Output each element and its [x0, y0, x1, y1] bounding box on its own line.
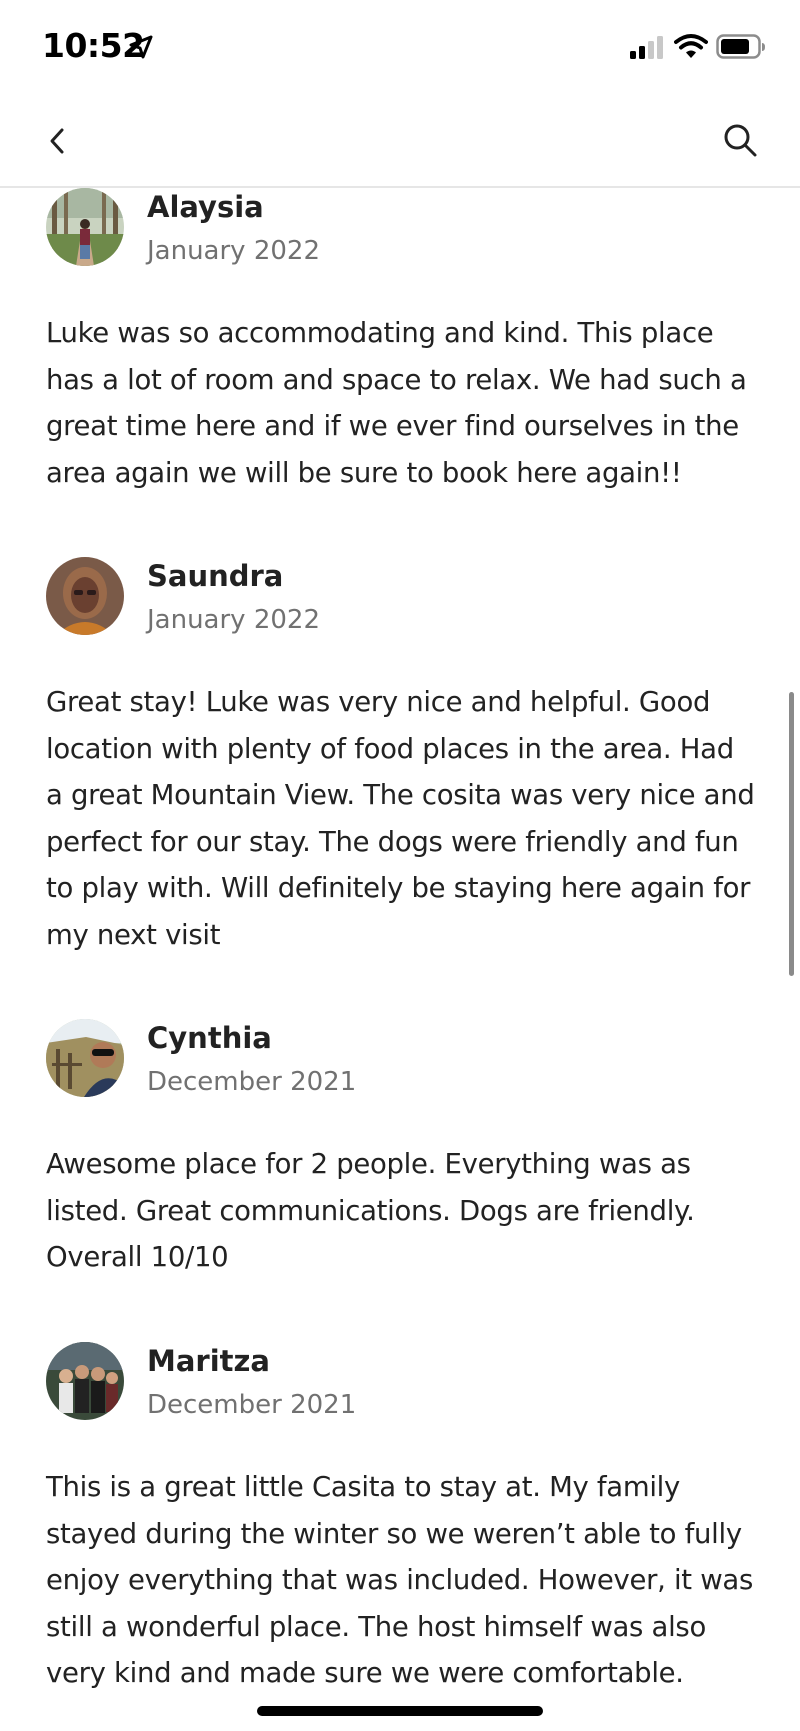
review-text: Luke was so accommodating and kind. This… [46, 317, 747, 489]
nav-bar [0, 96, 800, 188]
back-button[interactable] [42, 120, 82, 164]
review-text: This is a great little Casita to stay at… [46, 1471, 754, 1689]
home-indicator[interactable] [257, 1706, 543, 1716]
chevron-left-icon [50, 128, 64, 154]
battery-icon [716, 34, 765, 59]
status-bar: 10:52 [0, 0, 800, 96]
wifi-icon [674, 34, 708, 58]
location-arrow-icon [129, 35, 153, 59]
search-icon [724, 124, 757, 157]
review-date: December 2021 [147, 1067, 357, 1097]
review-date: January 2022 [147, 236, 320, 266]
review-text: Great stay! Luke was very nice and helpf… [46, 686, 755, 951]
avatar[interactable] [46, 1342, 124, 1420]
reviewer-name: Alaysia [147, 190, 264, 224]
reviewer-name: Maritza [147, 1344, 270, 1378]
avatar[interactable] [46, 557, 124, 635]
reviews-list[interactable]: Alaysia January 2022 Luke was so accommo… [0, 188, 800, 1731]
avatar[interactable] [46, 1019, 124, 1097]
reviewer-name: Cynthia [147, 1021, 272, 1055]
review-text: Awesome place for 2 people. Everything w… [46, 1148, 695, 1273]
scrollbar[interactable] [789, 692, 794, 976]
avatar[interactable] [46, 188, 124, 266]
search-button[interactable] [718, 118, 764, 164]
signal-icon [630, 36, 663, 59]
review-date: January 2022 [147, 605, 320, 635]
reviewer-name: Saundra [147, 559, 284, 593]
review-date: December 2021 [147, 1390, 357, 1420]
